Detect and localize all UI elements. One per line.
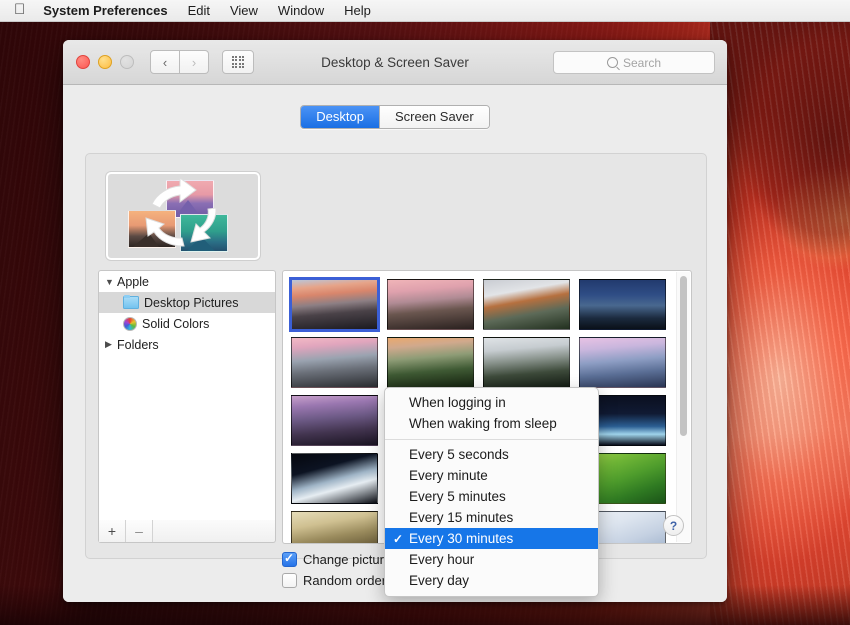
search-icon [606,57,618,68]
sidebar-item-folders[interactable]: ▶ Folders [99,334,275,355]
rotate-arrows-icon [145,177,217,247]
menu-item-view[interactable]: View [230,3,258,18]
wallpaper-thumbnail-lake-stones-purple[interactable] [291,395,378,446]
menu-item-label: Every hour [409,552,475,567]
remove-folder-button[interactable]: – [126,520,153,542]
wallpaper-thumbnail-earth-glacier[interactable] [291,453,378,504]
menu-item-label: Every minute [409,468,488,483]
grid-scrollbar[interactable] [676,272,690,542]
disclosure-triangle-icon[interactable]: ▼ [105,277,117,287]
sidebar-item-label: Solid Colors [142,316,210,331]
wallpaper-preview[interactable] [106,172,260,260]
sidebar-item-label: Apple [117,274,149,289]
grid-scrollbar-thumb[interactable] [680,276,687,436]
search-placeholder: Search [622,55,662,70]
wallpaper-thumbnail-half-dome-lavender[interactable] [579,337,666,388]
grid-icon [231,55,245,69]
wallpaper-thumbnail-half-dome-monochrome[interactable] [483,337,570,388]
sidebar-item-apple[interactable]: ▼ Apple [99,271,275,292]
wallpaper-thumbnail-half-dome-night[interactable] [579,279,666,330]
help-button[interactable]: ? [663,515,684,536]
menu-item-label: When waking from sleep [409,416,557,431]
tab-screen-saver[interactable]: Screen Saver [378,106,489,128]
menu-item-every-30-minutes[interactable]: ✓ Every 30 minutes [385,528,598,549]
random-order-label: Random order [303,573,387,588]
random-order-checkbox[interactable] [282,573,297,588]
change-picture-checkbox[interactable] [282,551,297,567]
menu-item-label: Every 5 seconds [409,447,509,462]
menu-item-every-day[interactable]: Every day [385,570,598,591]
interval-dropdown-menu[interactable]: When logging in When waking from sleep Eve… [384,387,599,597]
sidebar-item-label: Desktop Pictures [144,295,239,310]
menu-item-system-preferences[interactable]: System Preferences [43,3,167,18]
change-picture-label: Change picture: [303,552,395,567]
folder-icon [123,294,139,309]
source-list-footer: + – [98,520,276,543]
tab-bar: Desktop Screen Saver [63,85,727,129]
sidebar-item-label: Folders [117,337,159,352]
back-button[interactable]: ‹ [150,50,180,74]
change-picture-row[interactable]: Change picture: [282,551,395,567]
disclosure-triangle-icon[interactable]: ▶ [105,339,117,350]
wallpaper-thumbnail-yosemite-sunset[interactable] [387,279,474,330]
zoom-button-icon [120,55,134,69]
menu-item-every-5-seconds[interactable]: Every 5 seconds [385,444,598,465]
apple-menu-icon[interactable]:  [14,2,25,17]
wallpaper-thumbnail-el-capitan-dawn[interactable] [289,277,380,332]
menu-item-when-logging-in[interactable]: When logging in [385,392,598,413]
window-titlebar: ‹ › Desktop & Screen Saver Search [63,40,727,85]
menu-item-every-5-minutes[interactable]: Every 5 minutes [385,486,598,507]
menu-item-label: Every 30 minutes [409,531,514,546]
menu-item-label: Every 5 minutes [409,489,506,504]
menu-item-when-waking-from-sleep[interactable]: When waking from sleep [385,413,598,434]
menu-item-help[interactable]: Help [344,3,371,18]
menu-bar:  System Preferences Edit View Window He… [0,0,850,22]
tab-group: Desktop Screen Saver [300,105,490,129]
wallpaper-thumbnail-half-dome-pink[interactable] [291,337,378,388]
menu-separator [385,439,598,440]
source-list[interactable]: ▼ Apple Desktop Pictures Solid Colors ▶ … [98,270,276,522]
close-button-icon[interactable] [76,55,90,69]
picture-change-controls: Change picture: Random order [282,551,395,588]
tab-desktop[interactable]: Desktop [301,106,379,128]
menu-item-every-minute[interactable]: Every minute [385,465,598,486]
wallpaper-thumbnail-el-capitan-clouds[interactable] [483,279,570,330]
wallpaper-thumbnail-yosemite-valley-green[interactable] [387,337,474,388]
traffic-lights [76,55,134,69]
menu-item-label: When logging in [409,395,506,410]
minimize-button-icon[interactable] [98,55,112,69]
add-folder-button[interactable]: + [99,520,126,542]
wallpaper-canyon-region [710,18,850,625]
show-all-button[interactable] [222,50,254,74]
menu-item-window[interactable]: Window [278,3,324,18]
forward-button: › [180,50,209,74]
menu-item-label: Every day [409,573,470,588]
menu-item-every-15-minutes[interactable]: Every 15 minutes [385,507,598,528]
menu-item-label: Every 15 minutes [409,510,514,525]
sidebar-item-desktop-pictures[interactable]: Desktop Pictures [99,292,275,313]
navigation-buttons: ‹ › [150,50,209,74]
random-order-row[interactable]: Random order [282,573,395,588]
color-wheel-icon [123,316,137,331]
wallpaper-thumbnail-desert-dunes[interactable] [291,511,378,543]
menu-item-edit[interactable]: Edit [188,3,210,18]
desktop-root:  System Preferences Edit View Window He… [0,0,850,625]
search-input[interactable]: Search [553,51,715,74]
menu-item-every-hour[interactable]: Every hour [385,549,598,570]
sidebar-item-solid-colors[interactable]: Solid Colors [99,313,275,334]
checkmark-icon: ✓ [393,531,404,546]
